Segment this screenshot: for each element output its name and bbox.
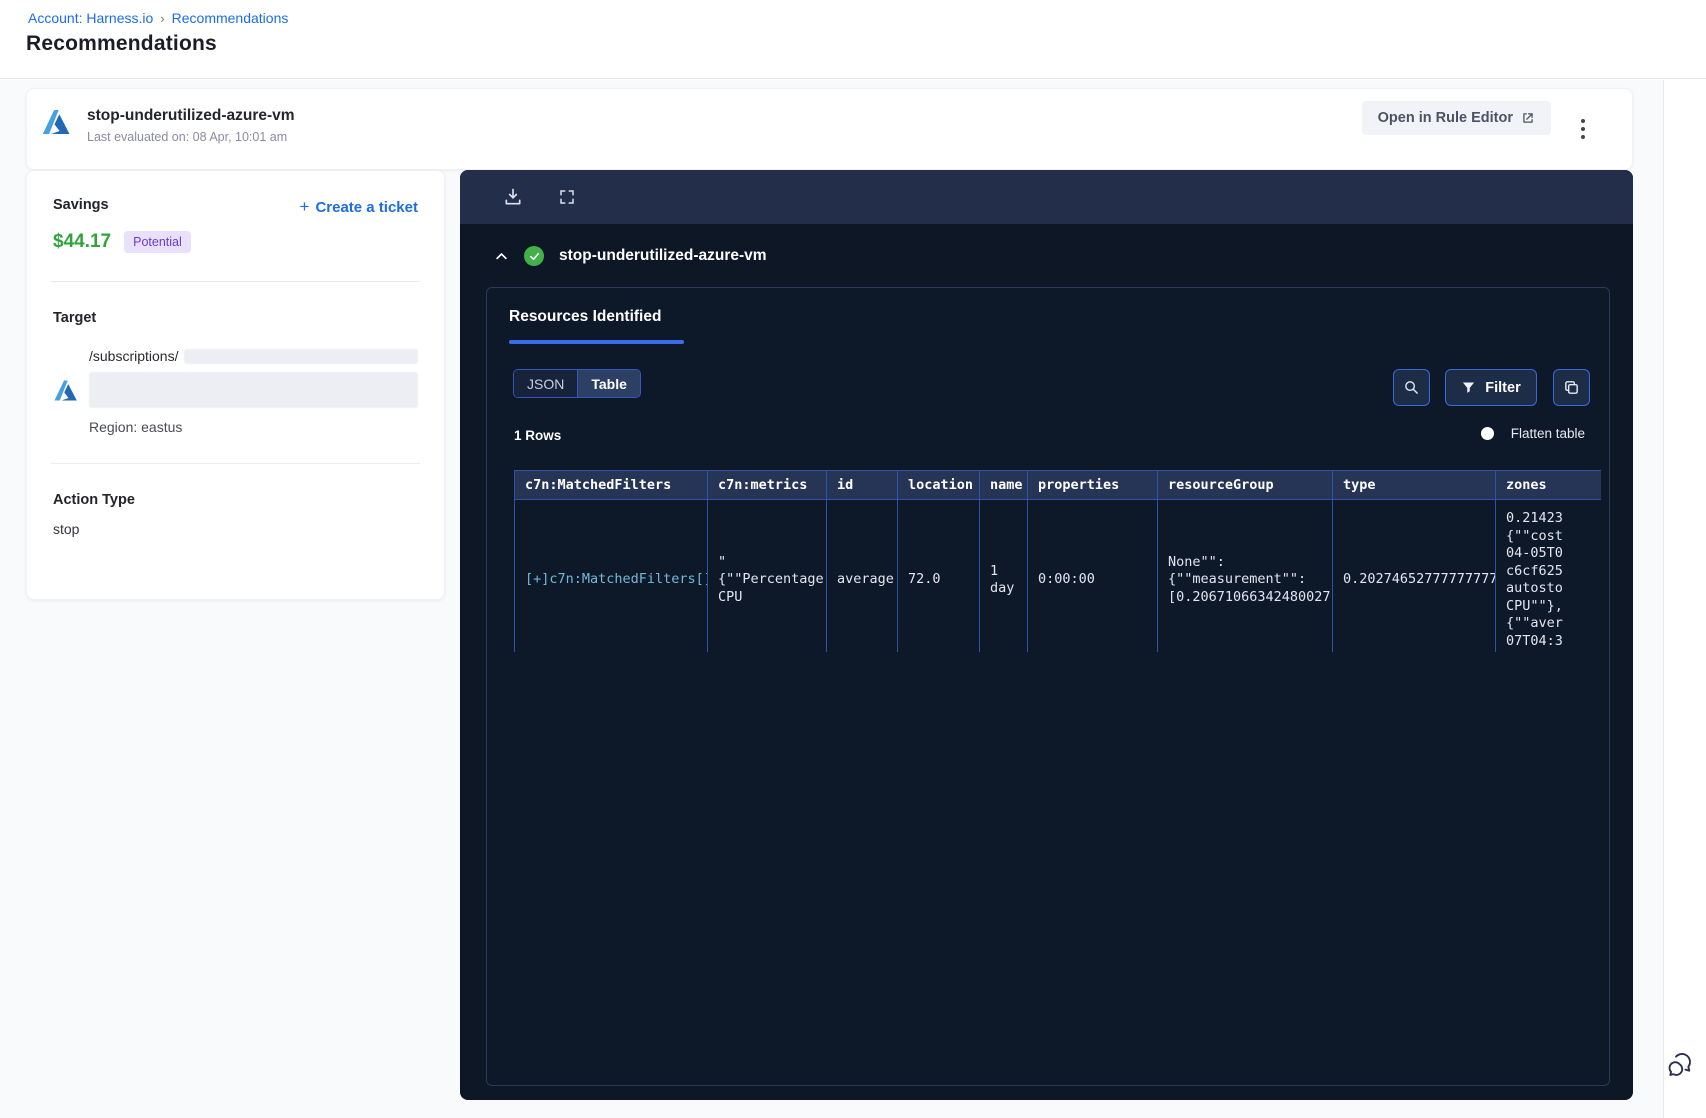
panel-toolbar [460,170,1633,224]
table-row: [+]c7n:MatchedFilters[] " {""Percentage … [514,498,1601,652]
tab-label: Resources Identified [509,308,662,325]
azure-logo-icon [41,107,71,137]
summary-card: Savings + Create a ticket $44.17 Potenti… [26,170,445,600]
rule-name: stop-underutilized-azure-vm [87,107,295,124]
more-options-button[interactable] [1576,111,1590,147]
chevron-up-icon[interactable] [494,249,509,264]
divider [51,463,420,464]
open-rule-editor-label: Open in Rule Editor [1377,110,1513,126]
flatten-table-control: Flatten table [1480,426,1585,441]
flatten-table-toggle[interactable] [1480,427,1494,440]
resources-card: Resources Identified JSON Table Filter 1… [486,287,1610,1086]
table-header-row: c7n:MatchedFilters c7n:metrics id locati… [514,470,1601,500]
top-bar: Account: Harness.io › Recommendations Re… [0,0,1706,79]
col-properties: properties [1027,470,1158,500]
recommendation-header-card: stop-underutilized-azure-vm Last evaluat… [26,88,1633,170]
cell-id: average [826,498,898,652]
target-subscription-path: /subscriptions/ [89,348,179,364]
action-type-label: Action Type [53,492,135,508]
rule-output-panel: stop-underutilized-azure-vm Resources Id… [460,170,1633,1100]
cell-type: 0.20274652777777777 [1332,498,1496,652]
view-json-segment[interactable]: JSON [514,370,579,397]
azure-logo-icon-small [53,378,78,403]
search-button[interactable] [1393,369,1430,406]
active-tab-underline [509,340,684,344]
rule-result-header: stop-underutilized-azure-vm [460,224,1633,266]
plus-icon: + [299,197,310,216]
help-chat-icon[interactable] [1664,1050,1698,1084]
results-table: c7n:MatchedFilters c7n:metrics id locati… [514,470,1601,652]
target-region: Region: eastus [89,419,183,435]
download-icon[interactable] [496,180,530,214]
breadcrumb-separator-icon: › [160,10,165,26]
open-rule-editor-button[interactable]: Open in Rule Editor [1361,101,1551,135]
view-mode-toggle: JSON Table [513,369,641,398]
cell-resourcegroup: None"": {""measurement"": [0.20671066342… [1157,498,1333,652]
view-table-segment[interactable]: Table [578,370,640,397]
tab-resources-identified[interactable]: Resources Identified [509,308,684,344]
redacted-subscription-id [184,348,418,364]
page-title: Recommendations [26,32,217,55]
cell-c7n-metrics: " {""Percentage CPU [707,498,827,652]
panel-rule-name: stop-underutilized-azure-vm [559,247,767,264]
results-table-container: c7n:MatchedFilters c7n:metrics id locati… [514,470,1601,652]
redacted-target-details [89,372,418,408]
breadcrumb-account-link[interactable]: Account: Harness.io [28,10,153,26]
col-resourcegroup: resourceGroup [1157,470,1333,500]
action-type-value: stop [53,521,80,537]
col-zones: zones [1495,470,1601,500]
header-texts: stop-underutilized-azure-vm Last evaluat… [87,107,295,144]
col-location: location [897,470,980,500]
copy-button[interactable] [1553,369,1590,406]
cell-properties: 0:00:00 [1027,498,1158,652]
success-check-icon [524,246,544,266]
filter-funnel-icon [1461,380,1476,395]
flatten-table-label: Flatten table [1510,426,1585,441]
savings-potential-badge: Potential [124,231,191,253]
external-link-icon [1521,111,1535,125]
savings-label: Savings [53,197,109,213]
right-gutter [1663,80,1706,1118]
cell-zones: 0.21423 {""cost 04-05T0 c6cf625 autosto … [1495,498,1601,652]
breadcrumb-current-link[interactable]: Recommendations [172,10,289,26]
filter-button[interactable]: Filter [1445,369,1537,406]
col-name: name [979,470,1028,500]
copy-icon [1563,379,1580,396]
create-ticket-label: Create a ticket [315,198,418,216]
col-c7n-matchedfilters: c7n:MatchedFilters [514,470,708,500]
fullscreen-icon[interactable] [550,180,584,214]
rows-count: 1 Rows [514,428,562,443]
col-id: id [826,470,898,500]
cell-location: 72.0 [897,498,980,652]
filter-label: Filter [1485,379,1521,396]
last-evaluated: Last evaluated on: 08 Apr, 10:01 am [87,130,288,144]
target-label: Target [53,310,97,326]
cell-name: 1 day [979,498,1028,652]
savings-amount: $44.17 [53,231,112,252]
cell-matchedfilters-expand-link[interactable]: [+]c7n:MatchedFilters[] [514,498,708,652]
search-icon [1403,379,1420,396]
divider [51,281,420,282]
breadcrumb: Account: Harness.io › Recommendations [28,10,288,26]
create-ticket-button[interactable]: + Create a ticket [300,197,419,217]
col-c7n-metrics: c7n:metrics [707,470,827,500]
col-type: type [1332,470,1496,500]
